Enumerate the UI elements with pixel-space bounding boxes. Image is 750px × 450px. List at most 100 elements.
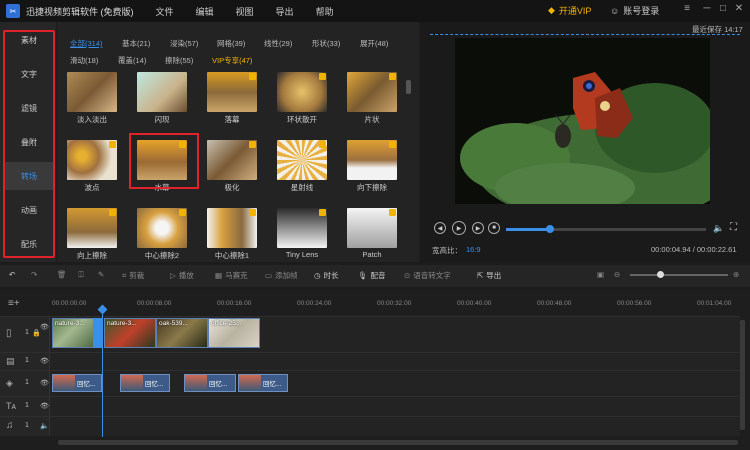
redo-icon[interactable]: ↷ <box>31 270 37 279</box>
effect-track: ◈ 1 👁 <box>0 370 740 396</box>
menu-export[interactable]: 导出 <box>276 5 294 18</box>
transition-thumb[interactable] <box>347 140 397 180</box>
stop-button[interactable]: ■ <box>488 222 500 234</box>
transition-thumb[interactable] <box>277 72 327 112</box>
timeline-hscrollbar[interactable] <box>58 440 738 445</box>
app-logo-icon: ✂ <box>6 4 20 18</box>
speech-to-text-button[interactable]: ⊙ 语音转文字 <box>404 270 451 281</box>
transition-thumb[interactable] <box>207 72 257 112</box>
timeline-vscrollbar[interactable] <box>740 320 745 430</box>
transition-thumb[interactable] <box>277 140 327 180</box>
ruler-tick: 00:00:24.00 <box>297 300 332 307</box>
layers-icon: ◈ <box>6 378 13 388</box>
zoom-out-icon[interactable]: ⊖ <box>614 270 620 279</box>
category-all[interactable]: 全部(314) <box>70 38 103 49</box>
eye-icon[interactable]: 👁 <box>40 323 49 331</box>
download-icon <box>389 209 396 216</box>
crop-button[interactable]: ⌗ 剪裁 <box>122 270 144 281</box>
vip-button[interactable]: ◆ 开通VIP <box>548 4 591 17</box>
transition-thumb[interactable] <box>67 140 117 180</box>
library-scrollbar[interactable] <box>406 80 411 94</box>
category-grid[interactable]: 网格(39) <box>217 38 245 49</box>
next-frame-button[interactable]: ▶ <box>472 222 484 234</box>
zoom-handle[interactable] <box>657 271 664 278</box>
effect-label: 回忆... <box>263 381 282 388</box>
preview-border <box>430 34 740 35</box>
fit-icon[interactable]: ▣ <box>597 270 604 279</box>
zoom-slider[interactable] <box>630 274 728 276</box>
video-clip[interactable]: oak-539... <box>156 318 208 348</box>
track-number: 1 <box>25 402 29 409</box>
fullscreen-icon[interactable]: ⛶ <box>730 222 737 233</box>
delete-icon[interactable]: 🗑 <box>57 270 67 279</box>
transition-thumb[interactable] <box>137 208 187 248</box>
category-unfold[interactable]: 展开(48) <box>360 38 388 49</box>
close-icon[interactable]: ✕ <box>732 3 746 14</box>
video-clip[interactable]: nature-3... <box>104 318 156 348</box>
export-label: 导出 <box>486 271 502 280</box>
transition-thumb[interactable] <box>67 72 117 112</box>
login-button[interactable]: ☺ 账号登录 <box>610 4 659 17</box>
category-slide[interactable]: 滑动(18) <box>70 55 98 66</box>
diamond-icon: ◆ <box>548 5 555 15</box>
add-track-icon[interactable]: ≡+ <box>8 298 20 309</box>
transition-thumb[interactable] <box>207 140 257 180</box>
transition-thumb[interactable] <box>207 208 257 248</box>
transition-thumb[interactable] <box>137 72 187 112</box>
maximize-icon[interactable]: □ <box>716 3 730 14</box>
time-readout: 00:00:04.94 / 00:00:22.61 <box>651 245 737 254</box>
transition-thumb[interactable] <box>277 208 327 248</box>
split-icon[interactable]: ⎅ <box>78 270 84 280</box>
menu-help[interactable]: 帮助 <box>316 5 334 18</box>
category-basic[interactable]: 基本(21) <box>122 38 150 49</box>
speech-to-text-label: 语音转文字 <box>413 271 451 280</box>
zoom-in-icon[interactable]: ⊕ <box>733 270 739 279</box>
seek-progress <box>506 228 550 231</box>
effect-clip[interactable]: 回忆... <box>184 374 236 392</box>
menu-file[interactable]: 文件 <box>156 5 174 18</box>
transition-thumb[interactable] <box>347 72 397 112</box>
effect-clip[interactable]: 回忆... <box>238 374 288 392</box>
transition-thumb[interactable] <box>347 208 397 248</box>
ruler-tick: 00:00:56.00 <box>617 300 652 307</box>
edit-icon[interactable]: ✎ <box>98 270 104 279</box>
volume-icon[interactable]: 🔈 <box>713 223 724 234</box>
track-number: 1 <box>25 329 29 336</box>
video-clip[interactable]: office-25... <box>208 318 260 348</box>
eye-icon[interactable]: 👁 <box>40 379 49 387</box>
effect-clip[interactable]: 回忆... <box>120 374 170 392</box>
category-shape[interactable]: 形状(33) <box>312 38 340 49</box>
app-title: 迅捷视频剪辑软件 (免费版) <box>26 6 134 17</box>
track-header: Tᴀ 1 👁 <box>0 397 50 416</box>
category-cover[interactable]: 覆盖(14) <box>118 55 146 66</box>
menu-view[interactable]: 视图 <box>236 5 254 18</box>
playhead[interactable] <box>102 307 103 437</box>
undo-icon[interactable]: ↶ <box>9 270 15 279</box>
eye-icon[interactable]: 👁 <box>40 402 49 410</box>
minimize-icon[interactable]: ─ <box>700 3 714 14</box>
export-button[interactable]: ⇱ 导出 <box>477 270 501 281</box>
seek-handle[interactable] <box>546 225 554 233</box>
login-label: 账号登录 <box>623 6 660 16</box>
eye-icon[interactable]: 👁 <box>40 357 49 365</box>
category-dye[interactable]: 浸染(57) <box>170 38 198 49</box>
playback-button[interactable]: ▷ 播放 <box>170 270 194 281</box>
effect-clip[interactable]: 回忆... <box>52 374 102 392</box>
speaker-icon[interactable]: 🔈 <box>40 422 49 430</box>
play-button[interactable]: ▶ <box>452 221 466 235</box>
category-linear[interactable]: 线性(29) <box>264 38 292 49</box>
clip-label: oak-539... <box>159 320 188 327</box>
add-frame-button[interactable]: ▭ 添加帧 <box>265 270 298 281</box>
transition-thumb[interactable] <box>67 208 117 248</box>
category-vip[interactable]: VIP专享(47) <box>212 55 252 66</box>
menu-edit[interactable]: 编辑 <box>196 5 214 18</box>
mosaic-button[interactable]: ▦ 马赛克 <box>215 270 248 281</box>
butterfly-image <box>455 38 735 223</box>
prev-frame-button[interactable]: ◀ <box>434 222 446 234</box>
category-wipe[interactable]: 擦除(55) <box>165 55 193 66</box>
aspect-value[interactable]: 16:9 <box>466 245 481 254</box>
menu-icon[interactable]: ≡ <box>680 3 694 14</box>
download-icon <box>319 141 326 148</box>
duration-button[interactable]: ◷ 时长 <box>314 270 339 281</box>
dubbing-button[interactable]: 🎙 配音 <box>358 270 386 281</box>
